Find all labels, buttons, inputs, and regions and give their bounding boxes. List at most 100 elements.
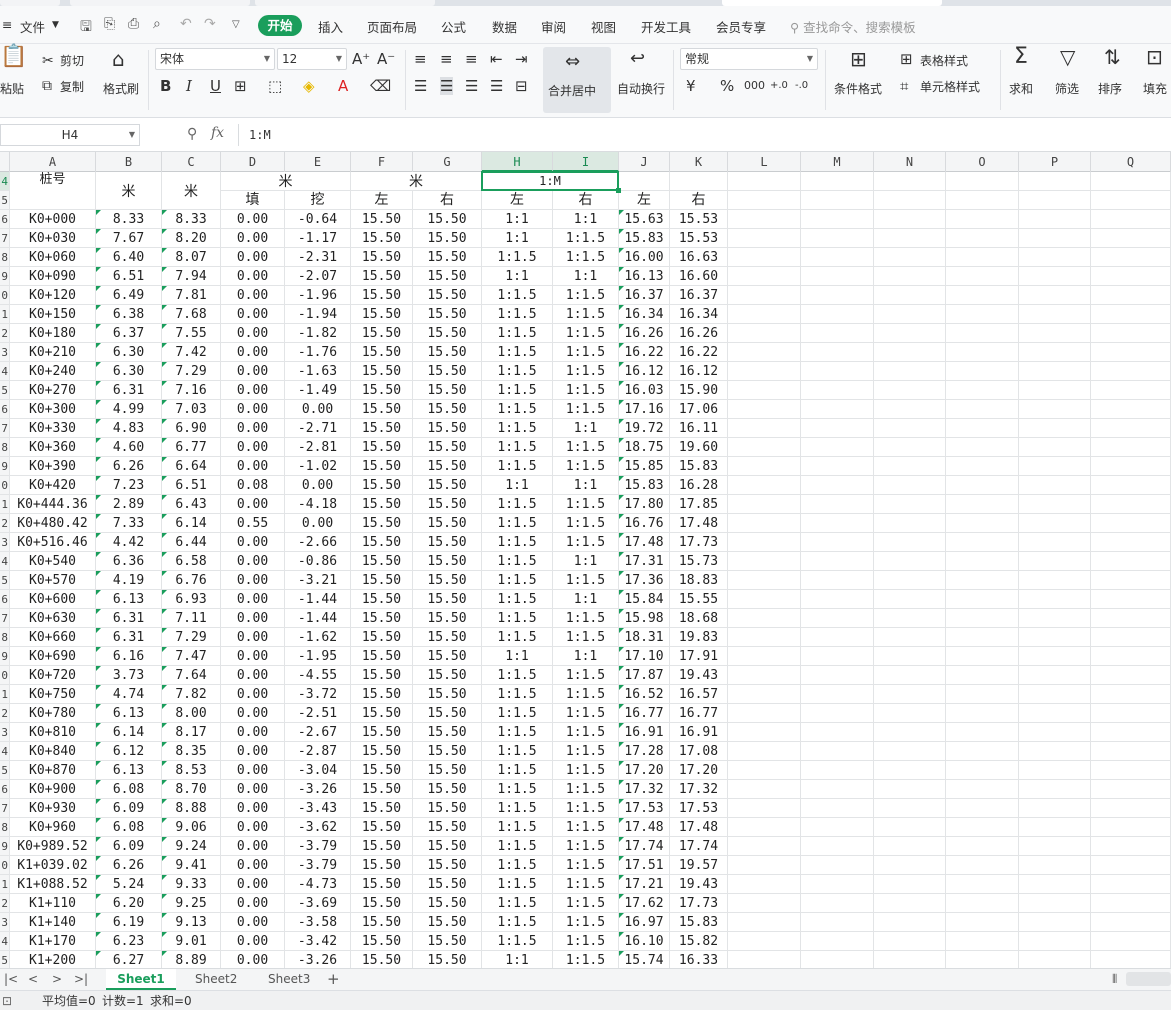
b-cell[interactable]: 6.31 xyxy=(96,628,161,647)
c-cell[interactable]: 7.94 xyxy=(162,267,220,286)
left-width-cell[interactable]: 15.50 xyxy=(351,267,412,286)
left-width-cell[interactable]: 15.50 xyxy=(351,286,412,305)
right-total-cell[interactable]: 15.53 xyxy=(670,229,727,248)
b-cell[interactable]: 6.40 xyxy=(96,248,161,267)
b-cell[interactable]: 7.67 xyxy=(96,229,161,248)
fill-cell[interactable]: 0.00 xyxy=(221,723,284,742)
column-header-d[interactable]: D xyxy=(221,152,285,172)
left-total-cell[interactable]: 17.48 xyxy=(619,818,669,837)
border-icon[interactable]: ⊞ xyxy=(234,77,247,95)
fill-cell[interactable]: 0.00 xyxy=(221,381,284,400)
column-header-f[interactable]: F xyxy=(351,152,413,172)
right-total-cell[interactable]: 15.53 xyxy=(670,210,727,229)
right-slope-cell[interactable]: 1:1 xyxy=(553,476,618,495)
formula-input[interactable]: 1:M xyxy=(238,124,1171,146)
right-total-cell[interactable]: 17.91 xyxy=(670,647,727,666)
left-width-cell[interactable]: 15.50 xyxy=(351,647,412,666)
filter-button[interactable]: 筛选 xyxy=(1055,80,1079,97)
stake-cell[interactable]: K0+240 xyxy=(10,362,95,381)
left-slope-cell[interactable]: 1:1.5 xyxy=(482,419,552,438)
cut-cell[interactable]: -0.64 xyxy=(285,210,350,229)
format-painter-icon[interactable]: ⌂ xyxy=(112,49,125,69)
left-width-cell[interactable]: 15.50 xyxy=(351,400,412,419)
c-cell[interactable]: 8.20 xyxy=(162,229,220,248)
left-width-cell[interactable]: 15.50 xyxy=(351,457,412,476)
right-width-cell[interactable]: 15.50 xyxy=(413,723,481,742)
fx-icon[interactable]: fx xyxy=(211,125,224,141)
right-width-cell[interactable]: 15.50 xyxy=(413,932,481,951)
right-slope-cell[interactable]: 1:1.5 xyxy=(553,951,618,968)
right-total-cell[interactable]: 19.57 xyxy=(670,856,727,875)
right-width-cell[interactable]: 15.50 xyxy=(413,457,481,476)
right-slope-cell[interactable]: 1:1.5 xyxy=(553,514,618,533)
row-header[interactable]: 0 xyxy=(0,856,9,875)
column-header-l[interactable]: L xyxy=(728,152,801,172)
command-search[interactable]: ⚲ 查找命令、搜索模板 xyxy=(790,17,916,36)
right-slope-cell[interactable]: 1:1.5 xyxy=(553,761,618,780)
scissors-icon[interactable]: ✂ xyxy=(42,52,54,70)
b-cell[interactable]: 6.26 xyxy=(96,457,161,476)
fill-cell[interactable]: 0.00 xyxy=(221,590,284,609)
copy-icon[interactable]: ⧉ xyxy=(42,77,52,95)
c-cell[interactable]: 8.17 xyxy=(162,723,220,742)
fill-icon[interactable]: ⊡ xyxy=(1146,47,1163,67)
left-total-cell[interactable]: 17.62 xyxy=(619,894,669,913)
column-header-a[interactable]: A xyxy=(10,152,96,172)
stake-cell[interactable]: K0+060 xyxy=(10,248,95,267)
left-width-cell[interactable]: 15.50 xyxy=(351,628,412,647)
fill-cell[interactable]: 0.00 xyxy=(221,210,284,229)
left-slope-cell[interactable]: 1:1.5 xyxy=(482,894,552,913)
stake-cell[interactable]: K0+444.36 xyxy=(10,495,95,514)
right-width-cell[interactable]: 15.50 xyxy=(413,704,481,723)
left-slope-cell[interactable]: 1:1.5 xyxy=(482,875,552,894)
thousands-icon[interactable]: 000 xyxy=(744,77,765,95)
row-header[interactable]: 4 xyxy=(0,552,9,571)
fill-cell[interactable]: 0.00 xyxy=(221,495,284,514)
right-slope-cell[interactable]: 1:1.5 xyxy=(553,286,618,305)
stake-cell[interactable]: K0+630 xyxy=(10,609,95,628)
stake-cell[interactable]: K0+180 xyxy=(10,324,95,343)
stake-cell[interactable]: K0+390 xyxy=(10,457,95,476)
justify-icon[interactable]: ☰ xyxy=(490,77,503,95)
left-slope-cell[interactable]: 1:1.5 xyxy=(482,286,552,305)
bold-icon[interactable]: B xyxy=(160,77,171,95)
right-slope-cell[interactable]: 1:1.5 xyxy=(553,799,618,818)
fill-cell[interactable]: 0.00 xyxy=(221,305,284,324)
table-style-button[interactable]: 表格样式 xyxy=(920,52,968,69)
b-cell[interactable]: 6.19 xyxy=(96,913,161,932)
c-cell[interactable]: 6.51 xyxy=(162,476,220,495)
row-header[interactable]: 5 xyxy=(0,571,9,590)
left-width-cell[interactable]: 15.50 xyxy=(351,666,412,685)
right-slope-cell[interactable]: 1:1.5 xyxy=(553,856,618,875)
cut-cell[interactable]: -4.55 xyxy=(285,666,350,685)
left-width-cell[interactable]: 15.50 xyxy=(351,476,412,495)
cut-cell[interactable]: -1.44 xyxy=(285,590,350,609)
left-total-cell[interactable]: 17.48 xyxy=(619,533,669,552)
left-total-cell[interactable]: 17.32 xyxy=(619,780,669,799)
fill-cell[interactable]: 0.00 xyxy=(221,324,284,343)
stake-cell[interactable]: K0+960 xyxy=(10,818,95,837)
right-total-cell[interactable]: 18.83 xyxy=(670,571,727,590)
row-header[interactable]: 7 xyxy=(0,799,9,818)
export-pdf-icon[interactable]: ⎘ xyxy=(104,16,115,32)
right-width-cell[interactable]: 15.50 xyxy=(413,476,481,495)
c-cell[interactable]: 6.76 xyxy=(162,571,220,590)
left-width-cell[interactable]: 15.50 xyxy=(351,514,412,533)
stake-cell[interactable]: K0+870 xyxy=(10,761,95,780)
c-cell[interactable]: 6.43 xyxy=(162,495,220,514)
b-cell[interactable]: 3.73 xyxy=(96,666,161,685)
b-cell[interactable]: 6.09 xyxy=(96,799,161,818)
fill-cell[interactable]: 0.00 xyxy=(221,685,284,704)
left-width-cell[interactable]: 15.50 xyxy=(351,324,412,343)
left-total-cell[interactable]: 17.80 xyxy=(619,495,669,514)
c-cell[interactable]: 7.64 xyxy=(162,666,220,685)
right-width-cell[interactable]: 15.50 xyxy=(413,571,481,590)
scroll-handle[interactable]: ⦀ xyxy=(1112,972,1117,987)
b-cell[interactable]: 6.30 xyxy=(96,343,161,362)
stake-cell[interactable]: K1+088.52 xyxy=(10,875,95,894)
right-slope-cell[interactable]: 1:1.5 xyxy=(553,932,618,951)
left-total-cell[interactable]: 17.53 xyxy=(619,799,669,818)
cut-cell[interactable]: -2.67 xyxy=(285,723,350,742)
row-header[interactable]: 4 xyxy=(0,362,9,381)
c-cell[interactable]: 6.77 xyxy=(162,438,220,457)
